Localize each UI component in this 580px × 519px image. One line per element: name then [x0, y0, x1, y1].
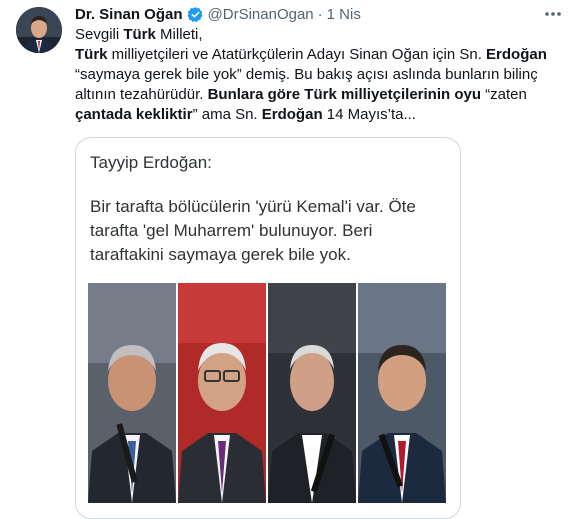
more-horizontal-icon[interactable] — [544, 8, 562, 18]
tweet-line: altının tezahürüdür. Bunlara göre Türk m… — [75, 86, 527, 103]
bold-fragment: Türk — [123, 26, 156, 43]
tweet-line: Türk milliyetçileri ve Atatürkçülerin Ad… — [75, 46, 547, 63]
bold-fragment: Erdoğan — [486, 46, 547, 63]
quoted-media-card[interactable]: Tayyip Erdoğan: Bir tarafta bölücülerin … — [75, 137, 461, 519]
portrait-2 — [178, 283, 266, 503]
bold-fragment: Bunlara göre Türk milliyetçilerinin oyu — [207, 86, 481, 103]
tweet-line: “saymaya gerek bile yok” demiş. Bu bakış… — [75, 66, 538, 83]
tweet-line: çantada kekliktir” ama Sn. Erdoğan 14 Ma… — [75, 106, 416, 123]
quote-body: Bir tarafta bölücülerin 'yürü Kemal'i va… — [90, 197, 416, 264]
portrait-strip — [88, 283, 446, 503]
tweet-line: Sevgili Türk Milleti, — [75, 26, 203, 43]
bold-fragment: Erdoğan — [261, 106, 323, 123]
bold-fragment: çantada kekliktir — [75, 106, 193, 123]
portrait-1 — [88, 283, 176, 503]
tweet-text: Sevgili Türk Milleti, Türk milliyetçiler… — [75, 25, 565, 125]
portrait-4 — [358, 283, 446, 503]
verified-badge-icon — [187, 6, 204, 23]
author-avatar[interactable] — [16, 7, 62, 53]
tweet-header: Dr. Sinan Oğan @DrSinanOgan · 1 Nis — [75, 4, 361, 24]
tweet-date[interactable]: 1 Nis — [327, 6, 361, 23]
portrait-3 — [268, 283, 356, 503]
author-name[interactable]: Dr. Sinan Oğan — [75, 6, 183, 23]
quote-title: Tayyip Erdoğan: — [90, 153, 212, 172]
header-separator: · — [317, 5, 323, 23]
bold-fragment: Türk — [75, 46, 108, 63]
author-handle[interactable]: @DrSinanOgan — [208, 6, 314, 23]
tweet[interactable]: Dr. Sinan Oğan @DrSinanOgan · 1 Nis Sevg… — [0, 0, 580, 519]
